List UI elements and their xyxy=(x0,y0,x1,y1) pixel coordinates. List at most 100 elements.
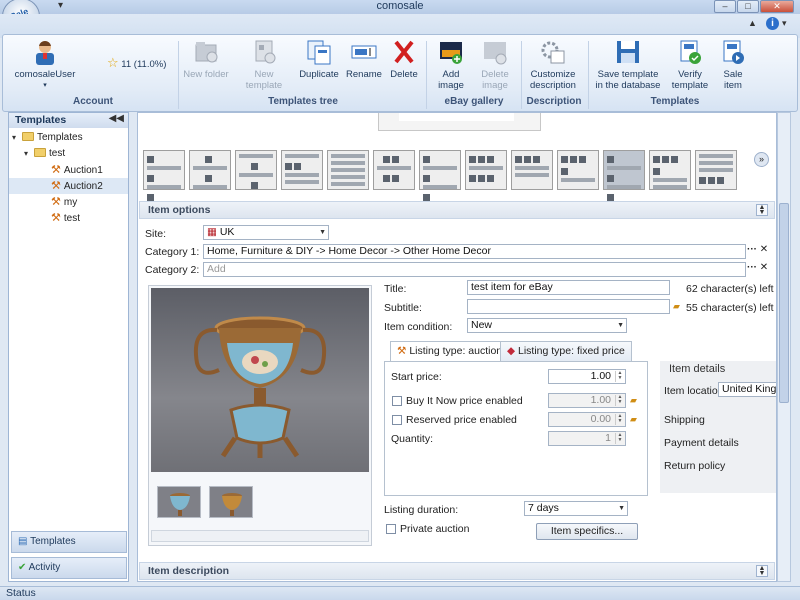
minimize-button[interactable]: – xyxy=(714,0,736,13)
reserved-price-input[interactable]: 0.00 ▲ ▼ xyxy=(548,412,626,427)
gear-icon xyxy=(539,39,567,65)
sale-item-button[interactable]: Sale item xyxy=(715,39,751,91)
save-disk-icon xyxy=(614,39,642,65)
title-chars-left: 62 character(s) left xyxy=(686,283,774,295)
help-icon[interactable]: i xyxy=(766,17,779,30)
tab-listing-fixed-price[interactable]: ◆ Listing type: fixed price xyxy=(500,341,632,361)
category2-field[interactable]: Add xyxy=(203,262,746,277)
layout-thumbnail[interactable] xyxy=(557,150,599,190)
clear-x-button[interactable]: ✕ xyxy=(760,262,768,273)
title-label: Title: xyxy=(384,283,407,295)
expand-arrow-icon[interactable]: ▾ xyxy=(24,146,34,162)
duplicate-button[interactable]: Duplicate xyxy=(297,39,341,80)
layout-thumbnail[interactable] xyxy=(235,150,277,190)
tree-item-auction1[interactable]: ⚒ Auction1 xyxy=(9,162,128,178)
panel-splitter[interactable] xyxy=(129,112,137,582)
template-editor: » Item options ▲ ▼ Site: ▦ UK ▼ Category 1… xyxy=(137,112,777,582)
quantity-input[interactable]: 1 ▲ ▼ xyxy=(548,431,626,446)
layout-thumbnail[interactable] xyxy=(465,150,507,190)
new-folder-button[interactable]: New folder xyxy=(181,39,231,80)
layout-thumbnail[interactable] xyxy=(649,150,691,190)
customize-description-button[interactable]: Customize description xyxy=(525,39,581,91)
return-policy-link[interactable]: Return policy xyxy=(664,460,725,472)
layout-thumbnail[interactable] xyxy=(143,150,185,208)
delete-image-icon xyxy=(481,39,509,65)
image-thumbnail[interactable] xyxy=(209,486,253,518)
item-location-input[interactable]: United Kingdom xyxy=(718,382,776,397)
main-product-image[interactable] xyxy=(151,288,369,472)
clear-x-button[interactable]: ✕ xyxy=(760,244,768,255)
image-gallery xyxy=(148,285,372,546)
title-input[interactable]: test item for eBay xyxy=(467,280,670,295)
item-options-header[interactable]: Item options ▲ ▼ xyxy=(139,201,775,219)
shipping-link[interactable]: Shipping xyxy=(664,414,705,426)
save-template-button[interactable]: Save template in the database xyxy=(595,39,661,91)
scrollbar-thumb[interactable] xyxy=(779,203,789,403)
browse-dots-button[interactable]: ··· xyxy=(747,244,757,255)
layout-thumbnail-selected[interactable] xyxy=(603,150,645,201)
layout-thumbnail[interactable] xyxy=(695,150,737,190)
collapse-panel-icon[interactable]: ◀◀ xyxy=(109,113,124,124)
reserved-price-checkbox[interactable] xyxy=(392,415,402,425)
condition-select[interactable]: New ▼ xyxy=(467,318,627,333)
gallery-horizontal-scrollbar[interactable] xyxy=(151,530,369,542)
close-button[interactable]: ✕ xyxy=(760,0,794,13)
image-thumbnail[interactable] xyxy=(157,486,201,518)
verify-template-button[interactable]: Verify template xyxy=(667,39,713,91)
delete-x-icon xyxy=(390,39,418,65)
spin-buttons[interactable]: ▲ ▼ xyxy=(615,414,624,425)
subtitle-input[interactable] xyxy=(467,299,670,314)
expand-arrow-icon[interactable]: ▾ xyxy=(12,130,22,146)
quick-access-dropdown[interactable]: ▾ xyxy=(58,0,63,11)
layout-thumbnail[interactable] xyxy=(327,150,369,190)
tree-item-my[interactable]: ⚒ my xyxy=(9,194,128,210)
item-specifics-button[interactable]: Item specifics... xyxy=(536,523,638,540)
maximize-button[interactable]: □ xyxy=(737,0,759,13)
more-layouts-button[interactable]: » xyxy=(754,152,769,167)
site-value: UK xyxy=(219,226,235,238)
collapse-toggle-icon[interactable]: ▲ ▼ xyxy=(756,204,768,216)
spin-buttons[interactable]: ▲ ▼ xyxy=(615,395,624,406)
spin-buttons[interactable]: ▲ ▼ xyxy=(615,433,624,444)
buy-now-checkbox[interactable] xyxy=(392,396,402,406)
fee-coin-icon: ▰ xyxy=(630,395,637,405)
layout-thumbnail[interactable] xyxy=(419,150,461,201)
new-template-button[interactable]: New template xyxy=(235,39,293,91)
private-auction-checkbox[interactable] xyxy=(386,524,396,534)
rename-button[interactable]: Rename xyxy=(344,39,384,80)
folder-icon xyxy=(22,132,34,141)
payment-details-link[interactable]: Payment details xyxy=(664,437,739,449)
tree-item-test[interactable]: ⚒ test xyxy=(9,210,128,226)
tree-item-auction2[interactable]: ⚒ Auction2 xyxy=(9,178,128,194)
category2-actions: ··· ✕ xyxy=(747,262,768,273)
site-select[interactable]: ▦ UK ▼ xyxy=(203,225,329,240)
duration-select[interactable]: 7 days ▼ xyxy=(524,501,628,516)
start-price-input[interactable]: 1.00 ▲ ▼ xyxy=(548,369,626,384)
save-template-label: Save template in the database xyxy=(595,69,661,91)
layout-thumbnail[interactable] xyxy=(373,150,415,190)
tree-folder-test[interactable]: ▾ test xyxy=(9,146,128,162)
layout-thumbnail[interactable] xyxy=(281,150,323,190)
user-account-button[interactable]: comosaleUser ▾ xyxy=(9,39,81,91)
layout-thumbnail[interactable] xyxy=(189,150,231,190)
collapse-toggle-icon[interactable]: ▲ ▼ xyxy=(756,565,768,577)
browse-dots-button[interactable]: ··· xyxy=(747,262,757,273)
templates-nav-button[interactable]: ▤ Templates xyxy=(11,531,127,553)
ribbon-collapse-icon[interactable]: ▲ xyxy=(748,18,757,28)
category1-field[interactable]: Home, Furniture & DIY -> Home Decor -> O… xyxy=(203,244,746,259)
buy-now-input[interactable]: 1.00 ▲ ▼ xyxy=(548,393,626,408)
main-vertical-scrollbar[interactable] xyxy=(777,112,791,582)
spin-buttons[interactable]: ▲ ▼ xyxy=(615,371,624,382)
uk-flag-icon: ▦ xyxy=(207,226,217,238)
subtitle-label: Subtitle: xyxy=(384,302,422,314)
help-dropdown-icon[interactable]: ▾ xyxy=(782,18,787,29)
delete-button[interactable]: Delete xyxy=(386,39,422,80)
delete-image-button[interactable]: Delete image xyxy=(477,39,513,91)
add-image-button[interactable]: Add image xyxy=(429,39,473,91)
tab-listing-auction[interactable]: ⚒ Listing type: auction xyxy=(390,341,510,362)
customize-description-label: Customize description xyxy=(530,69,576,91)
item-description-header[interactable]: Item description ▲ ▼ xyxy=(139,562,775,580)
activity-nav-button[interactable]: ✔ Activity xyxy=(11,557,127,579)
layout-thumbnail[interactable] xyxy=(511,150,553,190)
tree-folder-templates[interactable]: ▾ Templates xyxy=(9,130,128,146)
